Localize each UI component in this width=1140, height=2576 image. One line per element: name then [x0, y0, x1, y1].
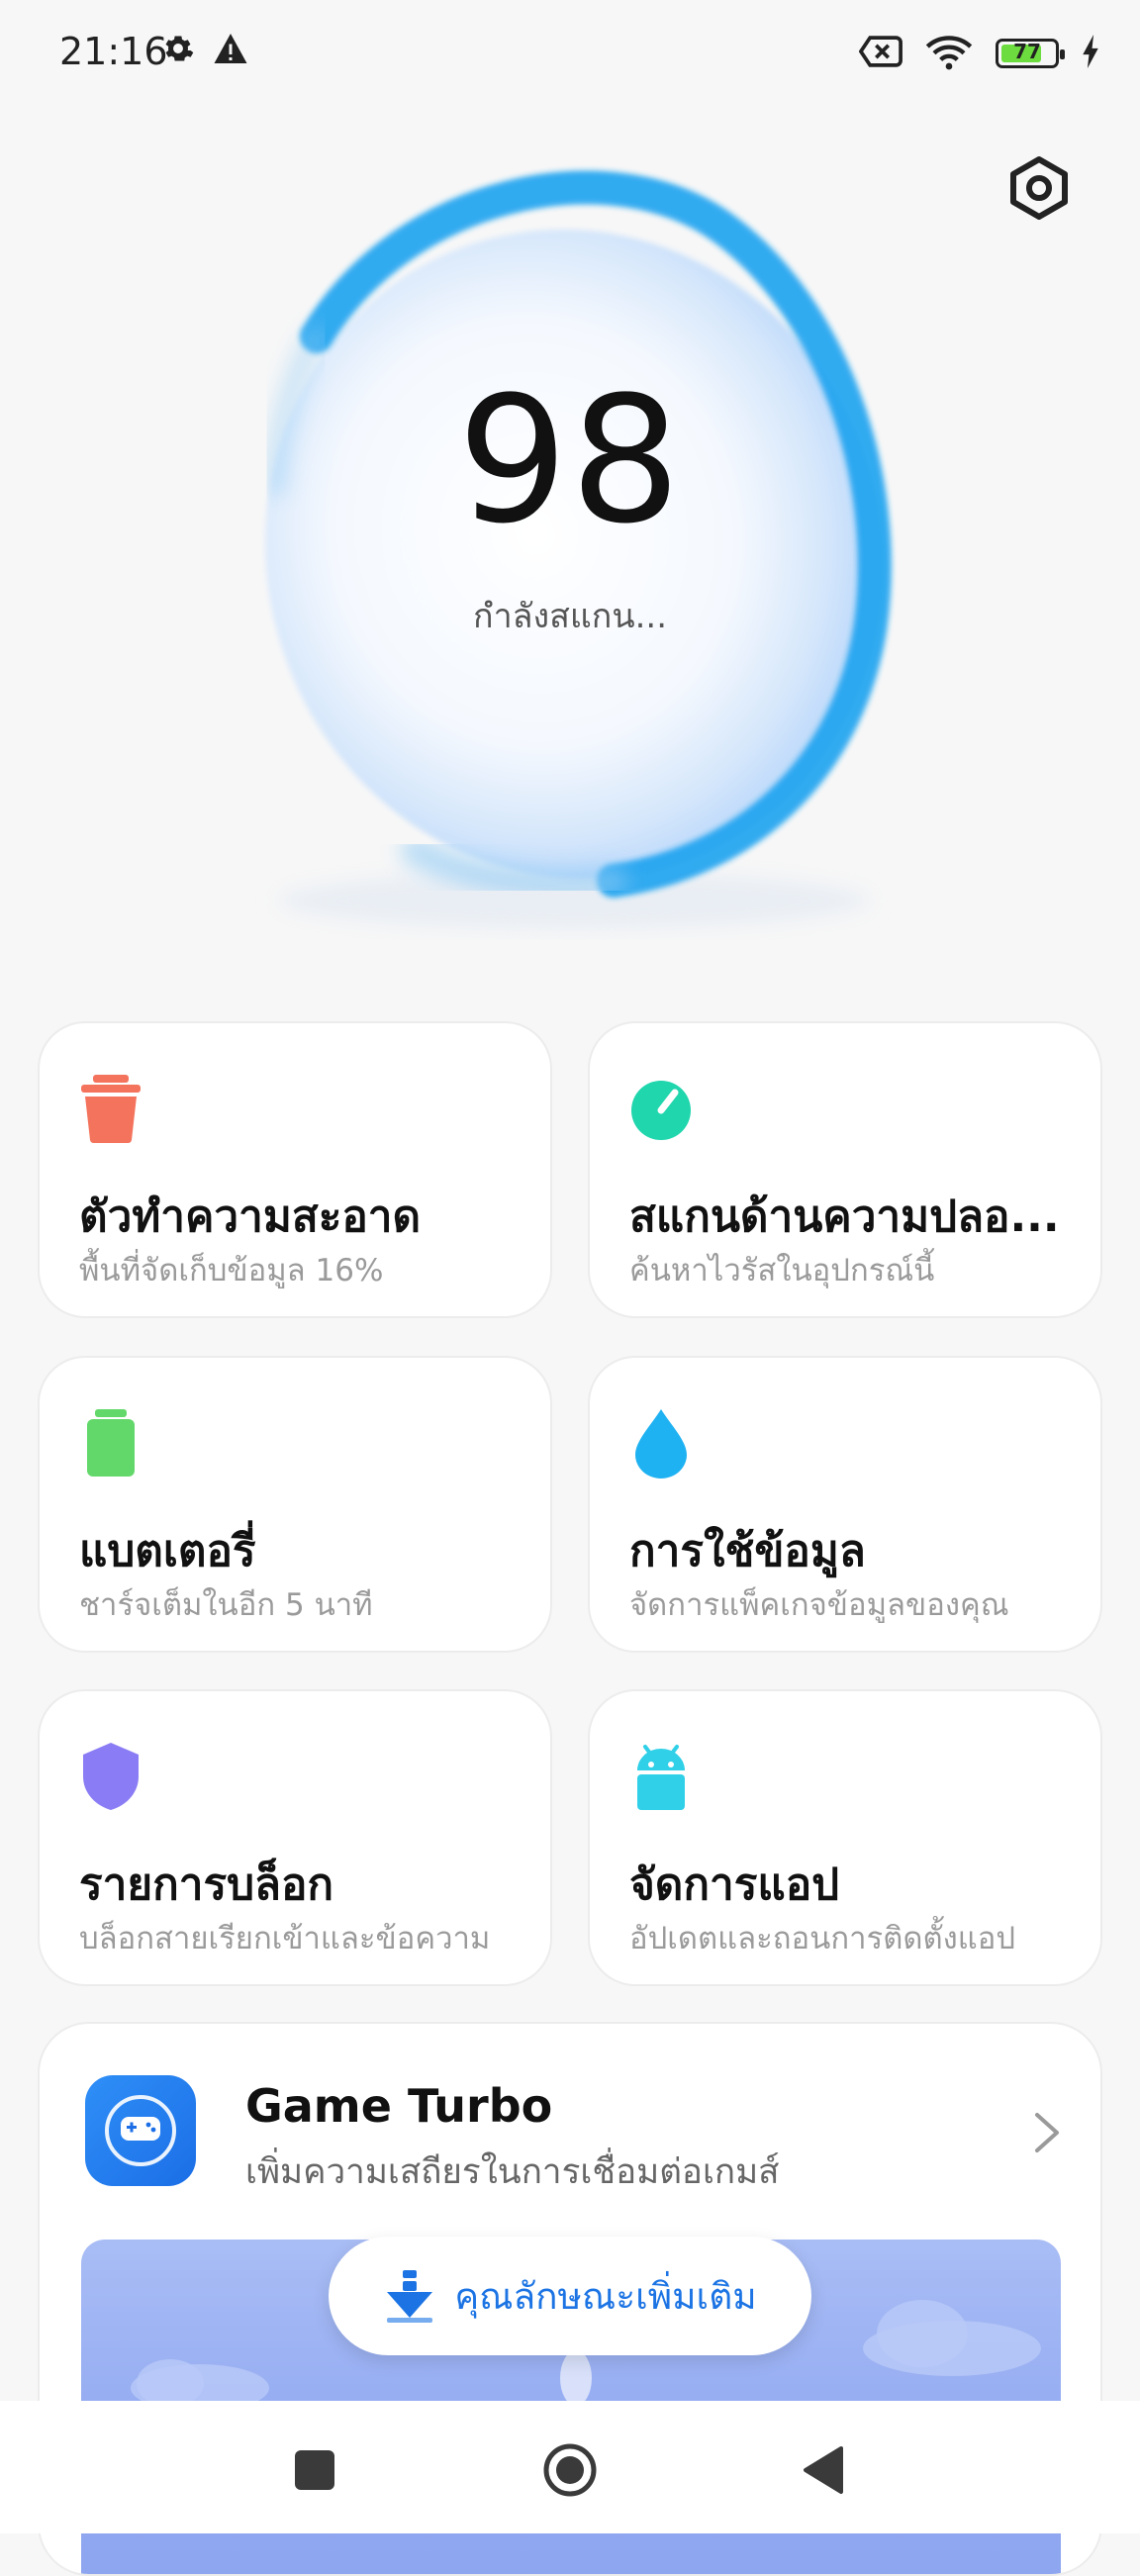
- game-turbo-title: Game Turbo: [245, 2079, 553, 2133]
- navigation-bar: [0, 2401, 1140, 2533]
- hexagon-settings-icon: [1010, 156, 1068, 220]
- scan-status: กำลังสแกน...: [472, 597, 668, 636]
- card-title: ตัวทำความสะอาด: [79, 1192, 422, 1242]
- home-icon[interactable]: [540, 2440, 600, 2500]
- card-subtitle: อัปเดตและถอนการติดตั้งแอป: [629, 1921, 1015, 1956]
- game-turbo-icon: [85, 2075, 196, 2186]
- card-title: สแกนด้านความปลอ...: [629, 1192, 1060, 1242]
- card-app-manager[interactable]: จัดการแอป อัปเดตและถอนการติดตั้งแอป: [588, 1689, 1102, 1986]
- status-bar: 21:16 77: [0, 0, 1140, 109]
- card-subtitle: จัดการแพ็คเกจข้อมูลของคุณ: [629, 1587, 1009, 1623]
- battery-nub: [1060, 49, 1065, 59]
- card-battery[interactable]: แบตเตอรี่ ชาร์จเต็มในอีก 5 นาที: [38, 1356, 552, 1653]
- status-time: 21:16: [59, 30, 168, 73]
- charging-icon: [1081, 35, 1100, 72]
- card-cleaner[interactable]: ตัวทำความสะอาด พื้นที่จัดเก็บข้อมูล 16%: [38, 1021, 552, 1318]
- download-arrow-icon: [387, 2270, 433, 2323]
- back-icon[interactable]: [796, 2440, 855, 2500]
- battery-icon: [87, 1409, 135, 1477]
- warning-icon: [213, 32, 248, 69]
- card-title: แบตเตอรี่: [79, 1526, 256, 1576]
- android-icon: [637, 1745, 685, 1810]
- settings-button[interactable]: [1005, 154, 1073, 222]
- card-subtitle: บล็อกสายเรียกเข้าและข้อความ: [79, 1921, 491, 1956]
- shield-icon: [83, 1743, 139, 1810]
- card-subtitle: ค้นหาไวรัสในอุปกรณ์นี้: [629, 1253, 935, 1288]
- card-security-scan[interactable]: สแกนด้านความปลอ... ค้นหาไวรัสในอุปกรณ์นี…: [588, 1021, 1102, 1318]
- more-features-label: คุณลักษณะเพิ่มเติม: [454, 2274, 757, 2318]
- card-subtitle: พื้นที่จัดเก็บข้อมูล 16%: [79, 1253, 384, 1288]
- card-title: จัดการแอป: [629, 1860, 840, 1910]
- recents-icon[interactable]: [285, 2440, 344, 2500]
- gauge-icon: [631, 1081, 691, 1140]
- sim-off-icon: [858, 35, 902, 72]
- card-subtitle: ชาร์จเต็มในอีก 5 นาที: [79, 1587, 373, 1623]
- card-blocklist[interactable]: รายการบล็อก บล็อกสายเรียกเข้าและข้อความ: [38, 1689, 552, 1986]
- battery-icon: 77: [996, 39, 1065, 68]
- card-title: การใช้ข้อมูล: [629, 1526, 866, 1576]
- more-features-button[interactable]: คุณลักษณะเพิ่มเติม: [329, 2237, 811, 2355]
- wifi-icon: [924, 32, 974, 75]
- trash-icon: [81, 1075, 141, 1144]
- gear-icon: [161, 32, 195, 69]
- card-data-usage[interactable]: การใช้ข้อมูล จัดการแพ็คเกจข้อมูลของคุณ: [588, 1356, 1102, 1653]
- droplet-icon: [635, 1409, 687, 1479]
- security-score: 98: [457, 359, 683, 562]
- battery-level: 77: [1013, 40, 1041, 63]
- card-title: รายการบล็อก: [79, 1860, 334, 1910]
- game-turbo-subtitle: เพิ่มความเสถียรในการเชื่อมต่อเกมส์: [245, 2152, 780, 2192]
- chevron-right-icon: [1035, 2113, 1059, 2152]
